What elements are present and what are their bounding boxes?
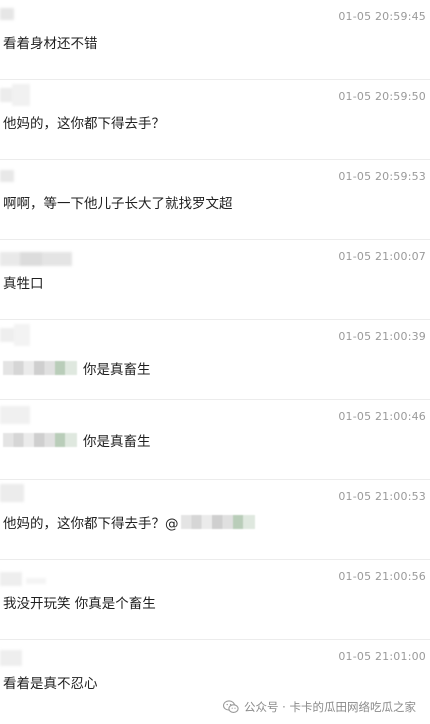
comment-page: { "comments": [ { "timestamp": "01-05 20… [0,0,430,724]
blurred-avatar[interactable] [0,484,24,502]
blurred-avatar[interactable] [0,170,14,182]
redacted-username [3,433,77,447]
comment-text-row: 我没开玩笑 你真是个畜生 [3,592,156,612]
redacted-mention [180,515,255,529]
blurred-avatar[interactable] [0,650,22,666]
comment-timestamp: 01-05 21:00:53 [338,490,426,503]
comment-text: 他妈的，这你都下得去手？@ [3,516,179,532]
comment-text: 你是真畜生 [83,362,151,378]
comment-item: 01-05 20:59:50 他妈的，这你都下得去手？ [0,80,430,160]
comment-text-row: 他妈的，这你都下得去手？@ [3,512,255,532]
source-watermark: 公众号 · 卡卡的瓜田网络吃瓜之家 [222,698,416,716]
blurred-avatar[interactable] [0,84,34,106]
comment-text: 你是真畜生 [83,434,151,450]
comment-timestamp: 01-05 21:00:56 [338,570,426,583]
comment-timestamp: 01-05 21:01:00 [338,650,426,663]
comment-timestamp: 01-05 21:00:07 [338,250,426,263]
comment-text-row: 啊啊，等一下他儿子长大了就找罗文超 [3,192,233,212]
comment-item: 01-05 20:59:45 看着身材还不错 [0,0,430,80]
comment-timestamp: 01-05 20:59:53 [338,170,426,183]
comment-item: 01-05 21:00:46 你是真畜生 [0,400,430,480]
comment-item: 01-05 21:00:56 我没开玩笑 你真是个畜生 [0,560,430,640]
comment-item: 01-05 20:59:53 啊啊，等一下他儿子长大了就找罗文超 [0,160,430,240]
comment-text: 看着身材还不错 [3,36,98,52]
wechat-icon [222,700,239,714]
comment-text: 我没开玩笑 你真是个畜生 [3,596,156,612]
blurred-avatar[interactable] [0,572,48,586]
redacted-username [3,361,77,375]
comment-timestamp: 01-05 21:00:46 [338,410,426,423]
comment-text: 看着是真不忍心 [3,676,98,692]
comment-timestamp: 01-05 21:00:39 [338,330,426,343]
comment-text: 他妈的，这你都下得去手？ [3,116,165,132]
comment-item: 01-05 21:00:53 他妈的，这你都下得去手？@ [0,480,430,560]
watermark-text: 公众号 · 卡卡的瓜田网络吃瓜之家 [244,700,416,714]
blurred-avatar[interactable] [0,404,30,424]
comment-text-row: 你是真畜生 [3,358,151,378]
comment-text-row: 你是真畜生 [3,430,151,450]
comment-timestamp: 01-05 20:59:50 [338,90,426,103]
comment-text: 啊啊，等一下他儿子长大了就找罗文超 [3,196,233,212]
comment-item: 01-05 21:00:07 真牲口 [0,240,430,320]
comment-item: 01-05 21:00:39 你是真畜生 [0,320,430,400]
comment-text-row: 看着身材还不错 [3,32,98,52]
blurred-avatar[interactable] [0,324,30,346]
comment-text-row: 他妈的，这你都下得去手？ [3,112,165,132]
comment-list: 01-05 20:59:45 看着身材还不错 01-05 20:59:50 他妈… [0,0,430,720]
comment-timestamp: 01-05 20:59:45 [338,10,426,23]
blurred-avatar[interactable] [0,252,72,266]
comment-text: 真牲口 [3,276,44,292]
blurred-avatar[interactable] [0,8,14,20]
comment-text-row: 真牲口 [3,272,44,292]
comment-text-row: 看着是真不忍心 [3,672,98,692]
